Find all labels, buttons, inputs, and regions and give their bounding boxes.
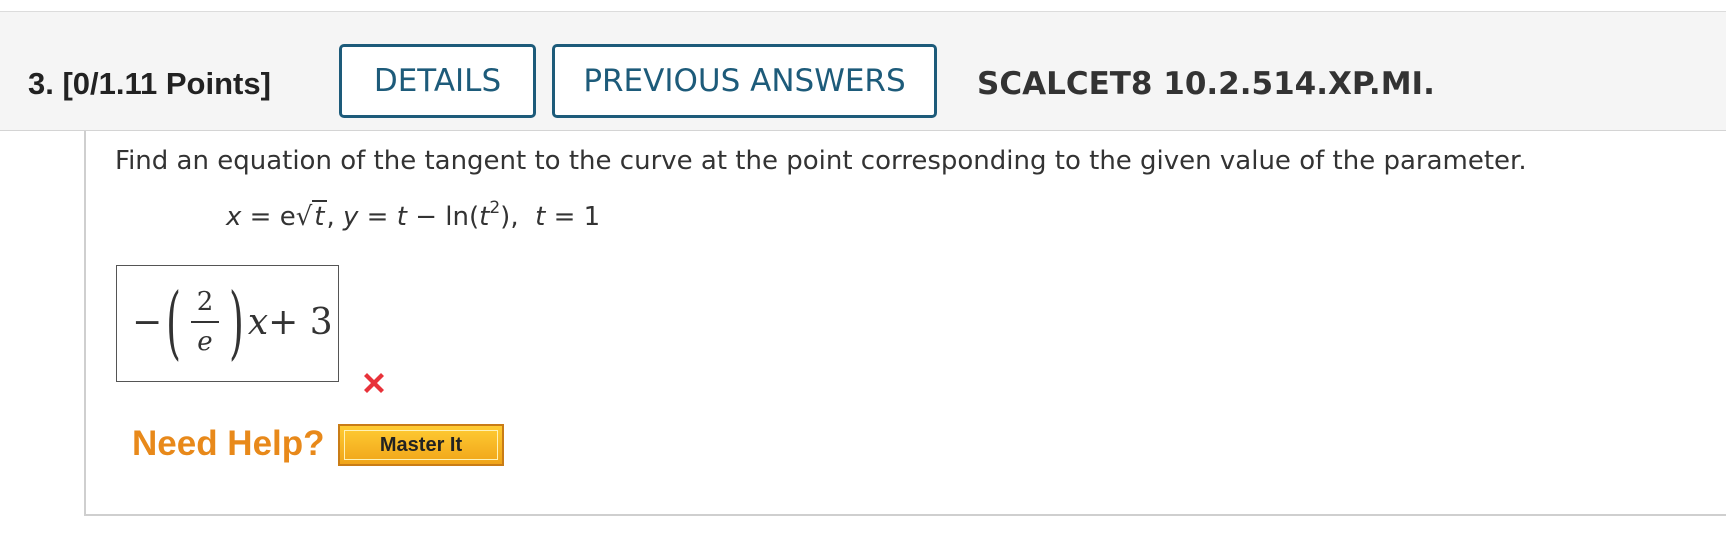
answer-input[interactable]: − ( 2 e ) x + 3 — [116, 265, 339, 382]
master-it-button[interactable]: Master It — [338, 424, 504, 466]
x-mark-icon — [364, 373, 384, 393]
question-text: Find an equation of the tangent to the c… — [115, 146, 1527, 176]
minus-sign: − — [406, 202, 446, 232]
problem-code: SCALCET8 10.2.514.XP.MI. — [977, 66, 1435, 102]
question-header: 3. [0/1.11 Points] DETAILS PREVIOUS ANSW… — [0, 12, 1726, 131]
question-label: 3. [0/1.11 Points] — [28, 66, 271, 101]
answer-rest: + 3 — [268, 301, 333, 343]
answer-x: x — [247, 301, 269, 343]
sqrt-icon: √t — [295, 200, 327, 232]
answer-expression: − ( 2 e ) x + 3 — [132, 272, 333, 372]
radicand: t — [312, 200, 327, 232]
ln-function: ln( — [445, 202, 480, 232]
e-constant: e — [279, 202, 296, 232]
fraction-denominator: e — [197, 326, 213, 357]
fraction-numerator: 2 — [196, 287, 214, 318]
answer-minus: − — [132, 301, 163, 343]
y-variable: y — [343, 202, 359, 232]
t-value: = 1 — [545, 202, 601, 232]
close-paren: ), — [500, 202, 519, 232]
t-variable: t — [396, 202, 407, 232]
t-variable: t — [479, 202, 490, 232]
need-help-label: Need Help? — [132, 424, 325, 463]
master-it-label: Master It — [379, 433, 463, 456]
x-variable: x — [226, 202, 242, 232]
parametric-equations: x = e√t, y = t − ln(t2), t = 1 — [226, 198, 601, 232]
close-paren: ) — [229, 275, 244, 369]
exponent: 2 — [489, 198, 501, 218]
fraction: 2 e — [191, 287, 219, 357]
details-button[interactable]: DETAILS — [339, 44, 536, 118]
fraction-bar — [191, 321, 219, 323]
open-paren: ( — [166, 275, 181, 369]
equals-sign: = — [358, 202, 397, 232]
t-variable: t — [535, 202, 546, 232]
previous-answers-button[interactable]: PREVIOUS ANSWERS — [552, 44, 937, 118]
comma: , — [326, 202, 344, 232]
equals-sign: = — [241, 202, 280, 232]
